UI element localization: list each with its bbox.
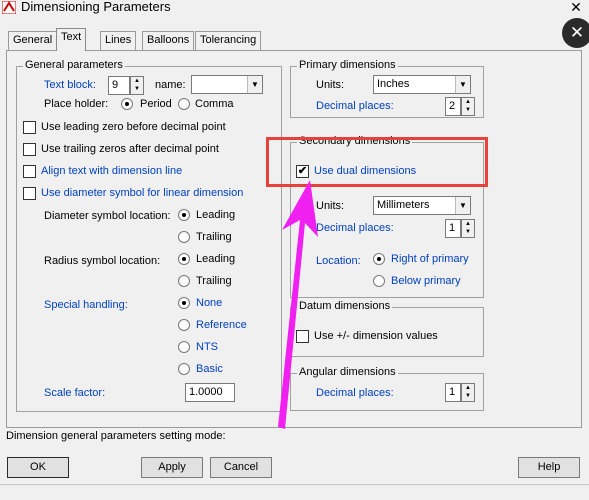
chevron-down-icon: ▼ bbox=[455, 76, 470, 93]
scale-factor-label: Scale factor: bbox=[44, 387, 106, 399]
radius-leading-label: Leading bbox=[196, 253, 236, 265]
angular-decimal-spinner[interactable]: ▲ ▼ bbox=[461, 383, 475, 402]
tab-general[interactable]: General bbox=[8, 31, 58, 50]
general-parameters-group: General parameters bbox=[16, 59, 282, 412]
chevron-down-icon: ▼ bbox=[455, 197, 470, 214]
chevron-down-icon: ▼ bbox=[247, 76, 262, 93]
below-primary-radio[interactable] bbox=[373, 275, 385, 287]
secondary-decimal-spinner[interactable]: ▲ ▼ bbox=[461, 219, 475, 238]
primary-units-label: Units: bbox=[316, 79, 345, 91]
special-reference-radio[interactable] bbox=[178, 319, 190, 331]
diameter-symbol-label: Use diameter symbol for linear dimension bbox=[41, 187, 244, 199]
angular-decimal-input[interactable]: 1 bbox=[445, 383, 461, 402]
special-basic-label: Basic bbox=[196, 363, 223, 375]
pointer-arrow bbox=[278, 180, 318, 429]
special-none-label: None bbox=[196, 297, 223, 309]
tab-text[interactable]: Text bbox=[56, 28, 87, 51]
app-icon bbox=[2, 1, 16, 14]
right-of-primary-label: Right of primary bbox=[391, 253, 469, 265]
primary-units-dropdown[interactable]: Inches ▼ bbox=[373, 75, 471, 94]
secondary-units-value: Millimeters bbox=[377, 199, 430, 211]
radius-trailing-label: Trailing bbox=[196, 275, 232, 287]
cancel-button[interactable]: Cancel bbox=[210, 457, 272, 478]
primary-decimal-spinner[interactable]: ▲ ▼ bbox=[461, 97, 475, 116]
overlay-close-icon[interactable]: ✕ bbox=[562, 18, 589, 48]
tab-balloons[interactable]: Balloons bbox=[142, 31, 195, 50]
trailing-zeros-label: Use trailing zeros after decimal point bbox=[41, 143, 219, 155]
radius-location-label: Radius symbol location: bbox=[44, 255, 161, 267]
text-block-label: Text block: bbox=[44, 79, 96, 91]
trailing-zeros-checkbox[interactable] bbox=[23, 143, 36, 156]
ok-button[interactable]: OK bbox=[7, 457, 69, 478]
special-none-radio[interactable] bbox=[178, 297, 190, 309]
title-bar: Dimensioning Parameters ✕ bbox=[0, 0, 589, 16]
comma-radio[interactable] bbox=[178, 98, 190, 110]
diameter-symbol-checkbox[interactable] bbox=[23, 187, 36, 200]
right-of-primary-radio[interactable] bbox=[373, 253, 385, 265]
below-primary-label: Below primary bbox=[391, 275, 461, 287]
window-close-icon[interactable]: ✕ bbox=[567, 0, 585, 16]
diameter-leading-radio[interactable] bbox=[178, 209, 190, 221]
place-holder-label: Place holder: bbox=[44, 98, 109, 110]
name-dropdown[interactable]: ▼ bbox=[191, 75, 263, 94]
tab-lines[interactable]: Lines bbox=[100, 31, 137, 50]
secondary-decimal-input[interactable]: 1 bbox=[445, 219, 461, 238]
radius-leading-radio[interactable] bbox=[178, 253, 190, 265]
leading-zero-checkbox[interactable] bbox=[23, 121, 36, 134]
name-label: name: bbox=[155, 79, 186, 91]
align-text-checkbox[interactable] bbox=[23, 165, 36, 178]
diameter-trailing-radio[interactable] bbox=[178, 231, 190, 243]
special-nts-label: NTS bbox=[196, 341, 218, 353]
leading-zero-label: Use leading zero before decimal point bbox=[41, 121, 226, 133]
diameter-location-label: Diameter symbol location: bbox=[44, 210, 171, 222]
diameter-leading-label: Leading bbox=[196, 209, 236, 221]
primary-dimensions-title: Primary dimensions bbox=[297, 59, 398, 71]
status-bar bbox=[0, 484, 589, 500]
special-basic-radio[interactable] bbox=[178, 363, 190, 375]
period-label: Period bbox=[140, 98, 172, 110]
special-reference-label: Reference bbox=[196, 319, 247, 331]
primary-units-value: Inches bbox=[377, 78, 410, 90]
text-block-input[interactable]: 9 bbox=[108, 76, 130, 95]
align-text-label: Align text with dimension line bbox=[41, 165, 183, 177]
period-radio[interactable] bbox=[121, 98, 133, 110]
window-title: Dimensioning Parameters bbox=[21, 0, 171, 14]
comma-label: Comma bbox=[195, 98, 234, 110]
special-handling-label: Special handling: bbox=[44, 299, 128, 311]
primary-decimal-input[interactable]: 2 bbox=[445, 97, 461, 116]
secondary-units-dropdown[interactable]: Millimeters ▼ bbox=[373, 196, 471, 215]
general-parameters-title: General parameters bbox=[23, 59, 125, 71]
apply-button[interactable]: Apply bbox=[141, 457, 203, 478]
primary-decimal-label: Decimal places: bbox=[316, 100, 394, 112]
status-text: Dimension general parameters setting mod… bbox=[6, 430, 226, 442]
text-block-spinner[interactable]: ▲ ▼ bbox=[130, 76, 144, 95]
special-nts-radio[interactable] bbox=[178, 341, 190, 353]
tab-tolerancing[interactable]: Tolerancing bbox=[195, 31, 262, 50]
scale-factor-input[interactable]: 1.0000 bbox=[185, 383, 235, 402]
diameter-trailing-label: Trailing bbox=[196, 231, 232, 243]
radius-trailing-radio[interactable] bbox=[178, 275, 190, 287]
help-button[interactable]: Help bbox=[518, 457, 580, 478]
